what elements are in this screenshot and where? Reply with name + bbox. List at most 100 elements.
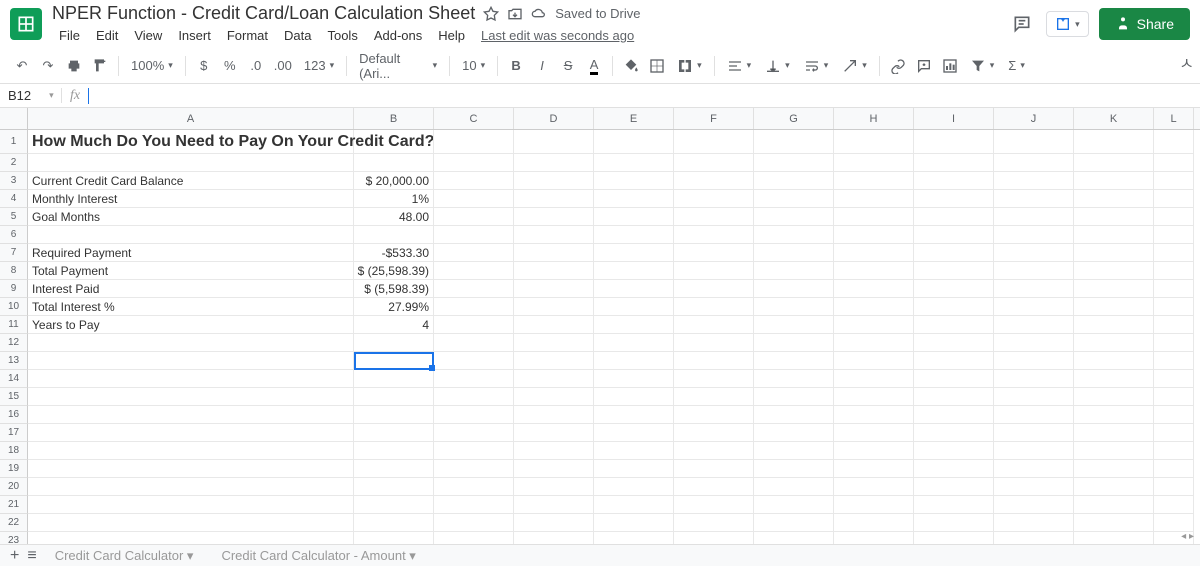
cell[interactable] <box>1074 532 1154 544</box>
cell[interactable] <box>994 406 1074 424</box>
cell[interactable] <box>434 532 514 544</box>
cell[interactable] <box>674 424 754 442</box>
cell[interactable] <box>994 298 1074 316</box>
cell[interactable] <box>514 334 594 352</box>
cell[interactable] <box>754 316 834 334</box>
cell[interactable]: Current Credit Card Balance <box>28 172 354 190</box>
cell[interactable] <box>434 154 514 172</box>
cell[interactable] <box>1074 316 1154 334</box>
cell[interactable] <box>1154 190 1194 208</box>
menu-edit[interactable]: Edit <box>89 26 125 45</box>
cell[interactable] <box>434 460 514 478</box>
cell[interactable] <box>1074 280 1154 298</box>
cell[interactable] <box>834 262 914 280</box>
cell[interactable]: 1% <box>354 190 434 208</box>
cell[interactable] <box>1154 298 1194 316</box>
decrease-decimal-icon[interactable]: .0 <box>244 54 268 78</box>
cell[interactable] <box>514 130 594 154</box>
cell[interactable] <box>594 424 674 442</box>
cell[interactable] <box>834 460 914 478</box>
cell[interactable] <box>354 226 434 244</box>
cell[interactable] <box>434 172 514 190</box>
cell[interactable] <box>914 460 994 478</box>
cell[interactable] <box>674 514 754 532</box>
font-size-dropdown[interactable]: 10 <box>456 54 491 78</box>
cell[interactable] <box>594 388 674 406</box>
cell[interactable] <box>514 532 594 544</box>
cell[interactable] <box>1154 370 1194 388</box>
cell[interactable] <box>1154 316 1194 334</box>
zoom-dropdown[interactable]: 100% <box>125 54 179 78</box>
cell[interactable] <box>1074 460 1154 478</box>
percent-icon[interactable]: % <box>218 54 242 78</box>
rotate-dropdown[interactable] <box>836 54 873 78</box>
cell[interactable]: $ 20,000.00 <box>354 172 434 190</box>
name-box[interactable]: B12 <box>0 88 62 103</box>
cell[interactable] <box>994 388 1074 406</box>
cell[interactable] <box>514 190 594 208</box>
filter-dropdown[interactable] <box>964 54 1001 78</box>
cell[interactable] <box>594 226 674 244</box>
cell[interactable] <box>514 496 594 514</box>
cell[interactable] <box>1074 370 1154 388</box>
cell[interactable] <box>1074 154 1154 172</box>
document-title[interactable]: NPER Function - Credit Card/Loan Calcula… <box>52 3 475 24</box>
cell[interactable] <box>674 262 754 280</box>
cell[interactable] <box>1154 460 1194 478</box>
cell[interactable] <box>914 406 994 424</box>
cell[interactable] <box>594 370 674 388</box>
cell[interactable] <box>594 352 674 370</box>
cell[interactable] <box>1154 352 1194 370</box>
cell[interactable] <box>514 298 594 316</box>
cell[interactable] <box>514 208 594 226</box>
cell[interactable] <box>514 460 594 478</box>
cell[interactable]: 4 <box>354 316 434 334</box>
col-header-g[interactable]: G <box>754 108 834 129</box>
cell[interactable]: $ (25,598.39) <box>354 262 434 280</box>
cell[interactable] <box>754 208 834 226</box>
cell[interactable] <box>834 442 914 460</box>
bold-icon[interactable]: B <box>504 54 528 78</box>
cell[interactable] <box>594 334 674 352</box>
cell[interactable] <box>1154 244 1194 262</box>
cell[interactable] <box>354 352 434 370</box>
cell[interactable] <box>434 280 514 298</box>
cell[interactable] <box>434 478 514 496</box>
cell[interactable] <box>594 244 674 262</box>
cell[interactable] <box>28 388 354 406</box>
cell[interactable] <box>754 352 834 370</box>
cell[interactable] <box>594 130 674 154</box>
cell[interactable] <box>834 280 914 298</box>
cell[interactable] <box>674 154 754 172</box>
strikethrough-icon[interactable]: S <box>556 54 580 78</box>
cell[interactable] <box>434 496 514 514</box>
cell[interactable] <box>914 262 994 280</box>
cell[interactable] <box>28 406 354 424</box>
cell[interactable] <box>754 130 834 154</box>
cell[interactable] <box>1074 352 1154 370</box>
cell[interactable] <box>994 190 1074 208</box>
cell[interactable] <box>834 496 914 514</box>
cell[interactable] <box>834 172 914 190</box>
cell[interactable] <box>28 496 354 514</box>
cell[interactable] <box>28 154 354 172</box>
col-header-h[interactable]: H <box>834 108 914 129</box>
comment-icon[interactable] <box>912 54 936 78</box>
cell[interactable] <box>834 316 914 334</box>
comments-icon[interactable] <box>1008 10 1036 38</box>
cell[interactable] <box>594 406 674 424</box>
cell[interactable] <box>834 298 914 316</box>
cell[interactable] <box>1074 514 1154 532</box>
cell[interactable] <box>514 154 594 172</box>
cell[interactable] <box>754 406 834 424</box>
cell[interactable] <box>674 316 754 334</box>
cell[interactable] <box>674 190 754 208</box>
cell[interactable] <box>594 478 674 496</box>
col-header-l[interactable]: L <box>1154 108 1194 129</box>
cell[interactable] <box>354 514 434 532</box>
row-header[interactable]: 19 <box>0 460 28 478</box>
cell[interactable] <box>434 514 514 532</box>
cell[interactable] <box>754 244 834 262</box>
row-header[interactable]: 17 <box>0 424 28 442</box>
cell[interactable] <box>1154 208 1194 226</box>
